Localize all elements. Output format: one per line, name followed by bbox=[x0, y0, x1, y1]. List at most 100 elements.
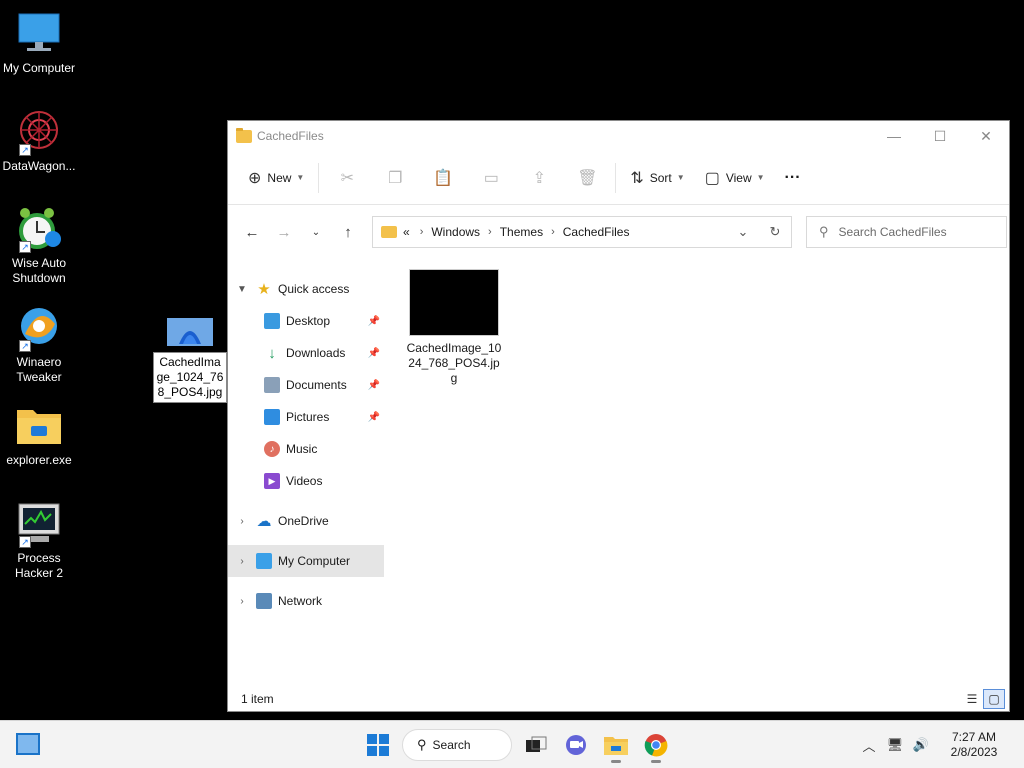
clock-date: 2/8/2023 bbox=[950, 745, 998, 759]
breadcrumb-themes[interactable]: Themes bbox=[500, 225, 543, 239]
window-title: CachedFiles bbox=[257, 129, 324, 143]
breadcrumb-overflow[interactable]: « bbox=[403, 225, 410, 239]
network-icon[interactable]: 🖥 bbox=[882, 737, 908, 753]
folder-icon bbox=[15, 402, 63, 450]
desktop-icon-winaero-tweaker[interactable]: ↗ Winaero Tweaker bbox=[0, 304, 78, 385]
search-box[interactable]: ⚲ Search CachedFiles bbox=[806, 216, 1007, 248]
chevron-right-icon[interactable]: › bbox=[228, 556, 256, 567]
status-bar: 1 item ☰ ▢ bbox=[228, 687, 1009, 711]
cut-icon[interactable]: ✂ bbox=[323, 162, 371, 194]
desktop-icon-label: Winaero Tweaker bbox=[16, 355, 62, 384]
details-view-icon[interactable]: ☰ bbox=[961, 689, 983, 709]
pin-icon: 📌 bbox=[367, 379, 380, 391]
chrome-taskbar-button[interactable] bbox=[636, 727, 676, 763]
chevron-up-icon[interactable]: ︿ bbox=[856, 736, 882, 755]
refresh-icon[interactable]: ↻ bbox=[759, 224, 791, 240]
task-view-button[interactable] bbox=[516, 727, 556, 763]
pin-icon: 📌 bbox=[367, 315, 380, 327]
desktop-dragged-file[interactable]: CachedImage_1024_768_POS4.jpg bbox=[153, 318, 227, 403]
desktop-icon-label: explorer.exe bbox=[6, 453, 72, 467]
forward-arrow-icon[interactable]: → bbox=[268, 216, 300, 248]
file-item[interactable]: CachedImage_1024_768_POS4.jpg bbox=[406, 269, 502, 386]
start-button[interactable] bbox=[358, 727, 398, 763]
chrome-icon bbox=[644, 734, 668, 757]
image-file-icon bbox=[167, 318, 213, 346]
breadcrumb-windows[interactable]: Windows bbox=[431, 225, 480, 239]
network-icon bbox=[256, 593, 272, 609]
breadcrumb-separator: › bbox=[551, 226, 555, 238]
address-bar[interactable]: « › Windows › Themes › CachedFiles ⌄ ↻ bbox=[372, 216, 792, 248]
back-arrow-icon[interactable]: ← bbox=[236, 216, 268, 248]
maximize-button[interactable]: ☐ bbox=[917, 121, 963, 151]
sort-button[interactable]: ⇅ Sort ▼ bbox=[620, 162, 694, 194]
nav-downloads[interactable]: ↓ Downloads 📌 bbox=[228, 337, 384, 369]
chevron-right-icon[interactable]: › bbox=[228, 596, 256, 607]
new-button[interactable]: ⊕ New ▼ bbox=[238, 162, 314, 194]
widgets-icon[interactable] bbox=[16, 733, 40, 755]
nav-music[interactable]: ♪ Music bbox=[228, 433, 384, 465]
title-bar[interactable]: CachedFiles — ☐ ✕ bbox=[228, 121, 1009, 151]
music-note-icon: ♪ bbox=[264, 441, 280, 457]
nav-label: Desktop bbox=[286, 314, 331, 328]
nav-network[interactable]: › Network bbox=[228, 585, 384, 617]
recent-locations-chevron-icon[interactable]: ⌄ bbox=[300, 216, 332, 248]
large-icons-view-icon[interactable]: ▢ bbox=[983, 689, 1005, 709]
monitor-icon bbox=[256, 553, 272, 569]
share-icon[interactable]: ⇪ bbox=[515, 162, 563, 194]
view-button[interactable]: ▢ View ▼ bbox=[695, 162, 775, 194]
nav-label: Downloads bbox=[286, 346, 346, 360]
up-arrow-icon[interactable]: ↑ bbox=[332, 216, 364, 248]
search-icon: ⚲ bbox=[819, 224, 829, 239]
nav-quick-access[interactable]: ▼ ★ Quick access bbox=[228, 273, 384, 305]
alarm-clock-icon: ↗ bbox=[15, 205, 63, 253]
plus-circle-icon: ⊕ bbox=[248, 169, 262, 187]
nav-label: Music bbox=[286, 442, 318, 456]
chat-icon bbox=[566, 735, 586, 755]
file-explorer-taskbar-button[interactable] bbox=[596, 727, 636, 763]
chat-button[interactable] bbox=[556, 727, 596, 763]
nav-label: Pictures bbox=[286, 410, 330, 424]
desktop-dragged-file-label: CachedImage_1024_768_POS4.jpg bbox=[153, 352, 227, 403]
desktop-icon-label: Process Hacker 2 bbox=[14, 551, 64, 580]
nav-label: Documents bbox=[286, 378, 347, 392]
divider bbox=[615, 162, 617, 193]
taskbar: ⚲ Search ︿ 🖥 🔊 7:27 AM 2/8/2023 bbox=[0, 720, 1024, 768]
more-options-button[interactable]: ··· bbox=[775, 162, 811, 194]
nav-label: OneDrive bbox=[278, 514, 329, 528]
chevron-down-icon[interactable]: ▼ bbox=[228, 284, 256, 295]
rename-icon[interactable]: ▭ bbox=[467, 162, 515, 194]
paste-icon[interactable]: 📋 bbox=[419, 162, 467, 194]
address-dropdown-icon[interactable]: ⌄ bbox=[727, 224, 759, 240]
nav-desktop[interactable]: Desktop 📌 bbox=[228, 305, 384, 337]
desktop-icon-datawagon[interactable]: ↗ DataWagon... bbox=[0, 108, 78, 174]
delete-icon[interactable]: 🗑 bbox=[563, 162, 611, 194]
minimize-button[interactable]: — bbox=[871, 121, 917, 151]
clock[interactable]: 7:27 AM 2/8/2023 bbox=[934, 730, 1014, 760]
shortcut-arrow-icon: ↗ bbox=[19, 144, 31, 156]
winaero-tweaker-icon: ↗ bbox=[15, 304, 63, 352]
desktop-icon-explorer-exe[interactable]: explorer.exe bbox=[0, 402, 78, 468]
close-button[interactable]: ✕ bbox=[963, 121, 1009, 151]
desktop-icon-my-computer[interactable]: My Computer bbox=[0, 10, 78, 76]
nav-label: Network bbox=[278, 594, 323, 608]
sort-label: Sort bbox=[649, 170, 672, 185]
nav-documents[interactable]: Documents 📌 bbox=[228, 369, 384, 401]
process-hacker-icon: ↗ bbox=[15, 500, 63, 548]
command-bar: ⊕ New ▼ ✂ ❐ 📋 ▭ ⇪ 🗑 ⇅ Sort ▼ ▢ View ▼ ··… bbox=[228, 151, 1009, 205]
nav-my-computer[interactable]: › My Computer bbox=[228, 545, 384, 577]
chevron-right-icon[interactable]: › bbox=[228, 516, 256, 527]
desktop-icon-wise-auto-shutdown[interactable]: ↗ Wise Auto Shutdown bbox=[0, 205, 78, 286]
chevron-down-icon: ▼ bbox=[296, 173, 305, 182]
taskbar-search[interactable]: ⚲ Search bbox=[402, 729, 512, 761]
nav-pictures[interactable]: Pictures 📌 bbox=[228, 401, 384, 433]
search-icon: ⚲ bbox=[417, 737, 427, 752]
nav-onedrive[interactable]: › ☁ OneDrive bbox=[228, 505, 384, 537]
folder-icon bbox=[236, 127, 252, 143]
nav-videos[interactable]: ▶ Videos bbox=[228, 465, 384, 497]
desktop-icon-label: DataWagon... bbox=[2, 159, 76, 173]
clock-time: 7:27 AM bbox=[951, 730, 997, 744]
speaker-icon[interactable]: 🔊 bbox=[908, 737, 934, 753]
copy-icon[interactable]: ❐ bbox=[371, 162, 419, 194]
breadcrumb-cachedfiles[interactable]: CachedFiles bbox=[563, 225, 630, 239]
desktop-icon-process-hacker[interactable]: ↗ Process Hacker 2 bbox=[0, 500, 78, 581]
